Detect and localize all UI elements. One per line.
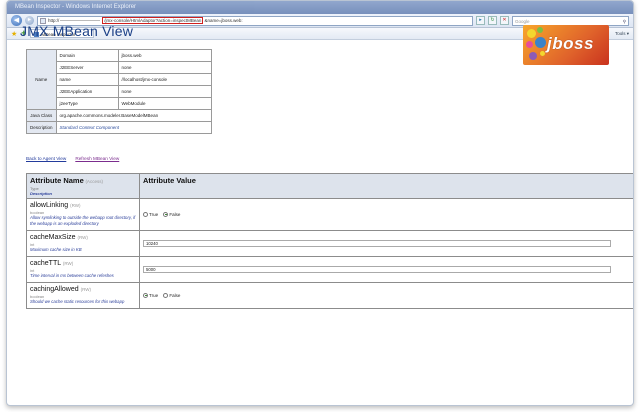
access-title: (Access)	[85, 179, 103, 184]
stop-button[interactable]: ✕	[500, 16, 509, 25]
info-key: name	[55, 73, 119, 86]
info-value: jboss.web	[117, 49, 213, 62]
attribute-description: Allow symlinking to outside the webapp r…	[30, 215, 136, 226]
allow-linking-false-radio[interactable]: False	[163, 211, 180, 217]
attribute-description: Time interval in ms between cache refesh…	[30, 273, 114, 278]
radio-false-dot[interactable]	[163, 292, 169, 298]
java-class-value: org.apache.commons.modeler.BaseModelMBea…	[55, 109, 213, 122]
description-title: Description	[30, 191, 53, 196]
attribute-value-cell: True False	[139, 282, 633, 309]
info-key: J2EEServer	[55, 61, 119, 74]
info-value: //localhost/jmx-console	[117, 73, 213, 86]
description-label: Description	[26, 121, 57, 134]
info-key: J2EEApplication	[55, 85, 119, 98]
attribute-value-cell: True False	[139, 198, 633, 231]
radio-true-dot[interactable]	[143, 211, 148, 217]
attribute-name: allowLinking (RW)	[30, 202, 81, 209]
attribute-description: Should we cache static resources for thi…	[30, 299, 125, 304]
caching-allowed-false-radio[interactable]: False	[163, 292, 180, 298]
attribute-value-cell: 10240	[139, 230, 633, 257]
address-blank	[60, 20, 101, 21]
view-links: Back to Agent View Refresh MBean View	[26, 156, 119, 161]
attributes-header-row: Attribute Name (Access) Type Description…	[26, 173, 633, 199]
caching-allowed-true-radio[interactable]: True	[143, 292, 158, 298]
search-placeholder: Google	[515, 18, 530, 24]
radio-true-dot[interactable]	[143, 292, 148, 298]
cache-ttl-input[interactable]: 5000	[143, 266, 611, 273]
info-value: none	[117, 61, 213, 74]
radio-false-dot[interactable]	[163, 211, 169, 217]
mbean-info-table: Name Domain jboss.web J2EEServer none na…	[26, 49, 213, 134]
address-suffix: &name=jboss.web:	[204, 18, 243, 23]
search-icon[interactable]: ⚲	[623, 19, 626, 25]
cache-max-size-input[interactable]: 10240	[143, 240, 611, 247]
tools-menu[interactable]: Tools ▾	[615, 31, 629, 37]
attribute-value-cell: 5000	[139, 256, 633, 283]
attribute-name-cell: allowLinking (RW) boolean Allow symlinki…	[26, 198, 140, 231]
info-value: WebModule	[117, 97, 213, 110]
refresh-button[interactable]: ↻	[488, 16, 497, 25]
favorites-star-icon[interactable]: ★	[11, 30, 17, 38]
attribute-value-header: Attribute Value	[139, 173, 633, 199]
allow-linking-true-radio[interactable]: True	[143, 211, 158, 217]
attribute-name: cacheTTL (RW)	[30, 260, 74, 267]
logo-text: jboss	[547, 34, 594, 53]
name-label: Name	[26, 49, 57, 110]
attribute-description: Maximum cache size in KB	[30, 247, 82, 252]
table-row: cachingAllowed (RW) boolean Should we ca…	[26, 282, 633, 309]
attribute-name-cell: cacheMaxSize (RW) int Maximum cache size…	[26, 230, 140, 257]
attribute-name-title: Attribute Name	[30, 176, 84, 185]
go-button[interactable]: ▸	[476, 16, 485, 25]
attribute-name: cachingAllowed (RW)	[30, 286, 92, 293]
attributes-table: Attribute Name (Access) Type Description…	[26, 173, 633, 309]
attribute-name-cell: cachingAllowed (RW) boolean Should we ca…	[26, 282, 140, 309]
refresh-mbean-view-link[interactable]: Refresh MBean View	[75, 156, 119, 161]
table-row: cacheMaxSize (RW) int Maximum cache size…	[26, 230, 633, 257]
browser-window: MBean Inspector - Windows Internet Explo…	[6, 0, 634, 406]
info-value: none	[117, 85, 213, 98]
table-row: allowLinking (RW) boolean Allow symlinki…	[26, 198, 633, 231]
description-value: Standard Context Component	[55, 121, 213, 134]
search-box[interactable]: Google ⚲	[512, 15, 629, 26]
info-key: j2eeType	[55, 97, 119, 110]
jboss-logo: jboss	[523, 25, 609, 65]
table-row: cacheTTL (RW) int Time interval in ms be…	[26, 256, 633, 283]
attribute-name-header: Attribute Name (Access) Type Description	[26, 173, 140, 199]
info-key: Domain	[55, 49, 119, 62]
attribute-value-title: Attribute Value	[143, 176, 196, 185]
window-title: MBean Inspector - Windows Internet Explo…	[7, 1, 633, 14]
java-class-label: Java Class	[26, 109, 57, 122]
page-title: JMX MBean View	[20, 23, 134, 39]
attribute-name-cell: cacheTTL (RW) int Time interval in ms be…	[26, 256, 140, 283]
back-to-agent-view-link[interactable]: Back to Agent View	[26, 156, 66, 161]
attribute-name: cacheMaxSize (RW)	[30, 234, 88, 241]
